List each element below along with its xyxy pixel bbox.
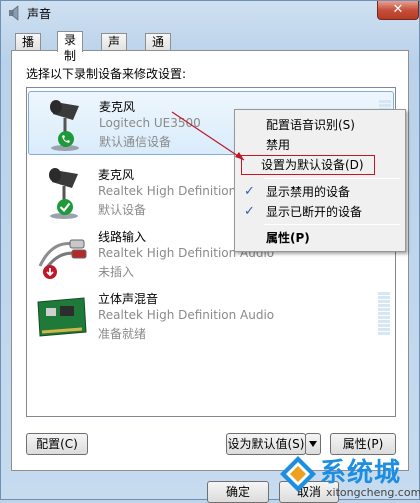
chevron-down-icon: [309, 441, 317, 447]
green-check-badge-icon: [57, 199, 73, 215]
menu-item-label: 显示已断开的设备: [266, 205, 363, 219]
menu-item-configure-speech[interactable]: 配置语音识别(S): [237, 115, 403, 135]
configure-button[interactable]: 配置(C): [26, 433, 88, 455]
menu-separator: [264, 178, 400, 179]
red-down-arrow-badge-icon: [43, 265, 57, 279]
menu-item-properties[interactable]: 属性(P): [237, 228, 403, 248]
watermark-url: xitongcheng.com: [326, 486, 420, 499]
tab-communications[interactable]: 通信: [145, 33, 172, 65]
menu-item-show-disconnected[interactable]: ✓ 显示已断开的设备: [237, 202, 403, 222]
device-status: 未插入: [98, 265, 135, 279]
device-name: 线路输入: [98, 230, 147, 244]
tab-sounds[interactable]: 声音: [101, 33, 128, 65]
device-item-stereo-mix[interactable]: 立体声混音 Realtek High Definition Audio 准备就绪: [28, 284, 394, 348]
device-name: 立体声混音: [98, 292, 159, 306]
tab-playback[interactable]: 播放: [15, 33, 42, 65]
phone-badge-icon: [58, 131, 74, 147]
menu-item-disable[interactable]: 禁用: [237, 135, 403, 155]
device-driver: Realtek High Definition Audio: [98, 308, 275, 322]
menu-item-show-disabled[interactable]: ✓ 显示禁用的设备: [237, 182, 403, 202]
instruction-text: 选择以下录制设备来修改设置:: [26, 67, 187, 81]
watermark-text: 系统城: [320, 458, 402, 488]
device-driver: Logitech UE3500: [99, 116, 201, 130]
watermark: 系统城 xitongcheng.com: [276, 452, 420, 500]
menu-separator: [264, 224, 400, 225]
title-bar: 声音 ✕: [1, 1, 419, 25]
speaker-icon: [9, 5, 19, 21]
watermark-logo-icon: [280, 456, 316, 492]
device-status: 默认通信设备: [99, 135, 172, 149]
menu-item-label: 显示禁用的设备: [266, 185, 351, 199]
checkmark-icon: ✓: [244, 204, 255, 219]
window-title: 声音: [27, 7, 52, 21]
close-button[interactable]: ✕: [377, 1, 419, 20]
device-name: 麦克风: [99, 100, 136, 114]
level-meter: [378, 292, 390, 338]
device-name: 麦克风: [98, 168, 135, 182]
checkmark-icon: ✓: [244, 184, 255, 199]
menu-item-set-default[interactable]: 设置为默认设备(D): [241, 155, 375, 175]
device-status: 准备就绪: [98, 327, 147, 341]
device-status: 默认设备: [98, 203, 147, 217]
tab-recording[interactable]: 录制: [57, 31, 84, 63]
sound-card-icon: [37, 297, 87, 337]
context-menu: 配置语音识别(S) 禁用 设置为默认设备(D) ✓ 显示禁用的设备 ✓ 显示已断…: [234, 109, 406, 252]
